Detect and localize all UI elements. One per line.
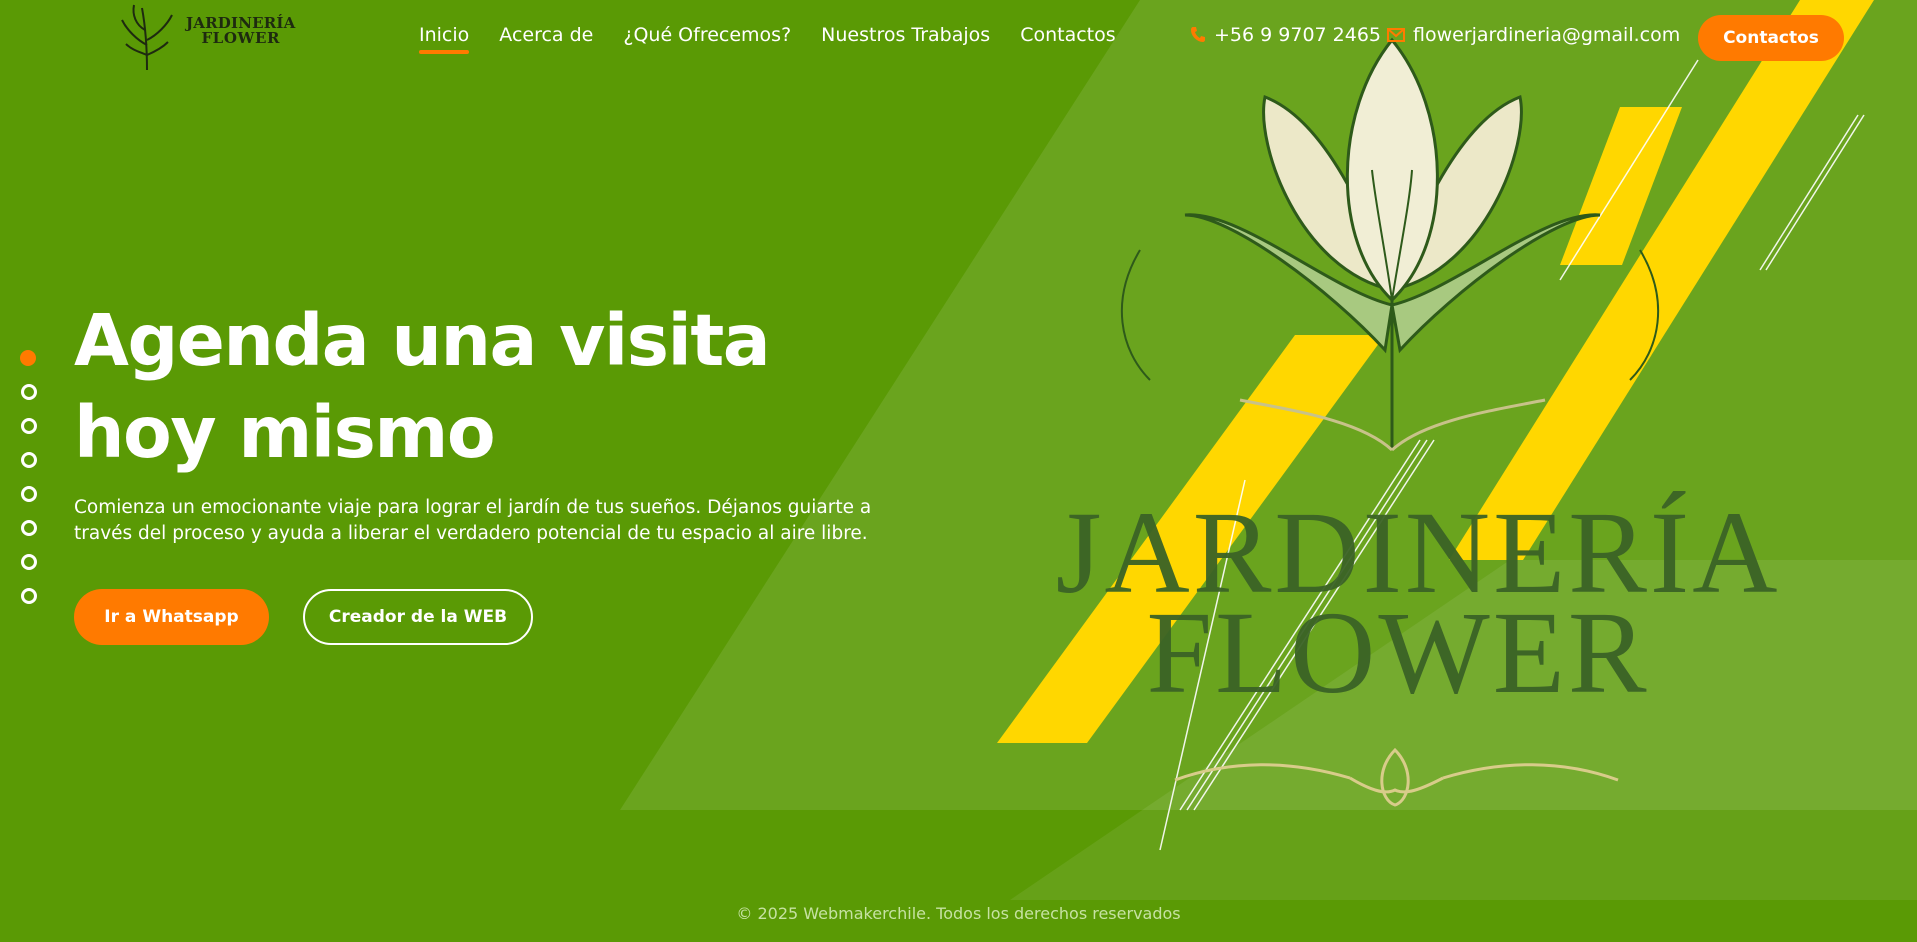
- nav-item-acerca-de[interactable]: Acerca de: [499, 24, 593, 54]
- main-menu: Inicio Acerca de ¿Qué Ofrecemos? Nuestro…: [419, 24, 1116, 54]
- slider-dot-6[interactable]: [21, 520, 37, 536]
- whatsapp-button[interactable]: Ir a Whatsapp: [74, 589, 269, 645]
- email-address: flowerjardineria@gmail.com: [1413, 24, 1681, 46]
- brand-name: JARDINERÍA FLOWER: [186, 16, 296, 46]
- hero-actions: Ir a Whatsapp Creador de la WEB: [74, 589, 533, 645]
- nav-item-inicio[interactable]: Inicio: [419, 24, 470, 54]
- slider-pagination: [20, 350, 37, 604]
- top-navigation: JARDINERÍA FLOWER Inicio Acerca de ¿Qué …: [0, 0, 1917, 75]
- slider-dot-7[interactable]: [21, 554, 37, 570]
- nav-item-que-ofrecemos[interactable]: ¿Qué Ofrecemos?: [623, 24, 791, 54]
- phone-number: +56 9 9707 2465: [1214, 24, 1382, 46]
- slider-dot-1[interactable]: [20, 350, 36, 366]
- nav-item-nuestros-trabajos[interactable]: Nuestros Trabajos: [821, 24, 990, 54]
- phone-icon: [1190, 26, 1206, 44]
- slider-dot-5[interactable]: [21, 486, 37, 502]
- brand-line2: FLOWER: [201, 29, 281, 47]
- hero-subtitle: Comienza un emocionante viaje para logra…: [74, 497, 872, 544]
- slider-dot-3[interactable]: [21, 418, 37, 434]
- phone-contact[interactable]: +56 9 9707 2465: [1190, 24, 1381, 46]
- plant-logo-icon: [121, 4, 173, 71]
- slider-dot-8[interactable]: [21, 588, 37, 604]
- email-contact[interactable]: flowerjardineria@gmail.com: [1387, 24, 1680, 46]
- art-title-line2: FLOWER: [1146, 587, 1649, 718]
- nav-item-contactos[interactable]: Contactos: [1020, 24, 1115, 54]
- contactos-button[interactable]: Contactos: [1698, 15, 1844, 61]
- hero-section: Agenda una visita hoy mismo Comienza un …: [74, 295, 914, 547]
- hero-title: Agenda una visita hoy mismo: [74, 299, 771, 474]
- slider-dot-4[interactable]: [21, 452, 37, 468]
- brand-logo[interactable]: JARDINERÍA FLOWER: [112, 0, 295, 72]
- envelope-icon: [1387, 28, 1405, 42]
- footer-copyright: © 2025 Webmakerchile. Todos los derechos…: [736, 904, 1181, 923]
- slider-dot-2[interactable]: [21, 384, 37, 400]
- web-creator-button[interactable]: Creador de la WEB: [303, 589, 533, 645]
